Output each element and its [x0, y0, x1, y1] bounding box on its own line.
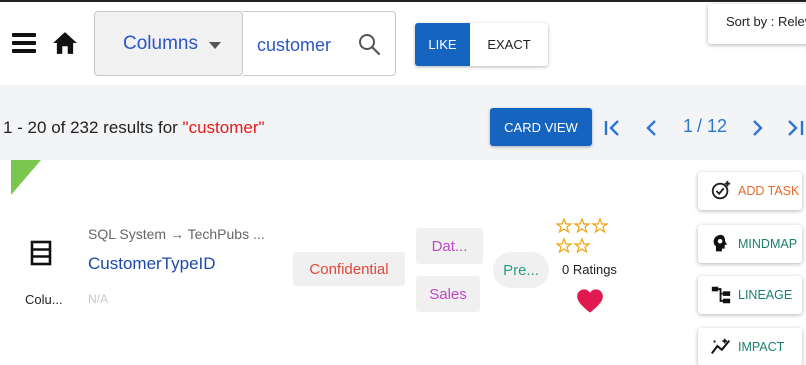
star-icon	[573, 237, 591, 254]
mindmap-label: MINDMAP	[738, 237, 798, 251]
search-column-select[interactable]: Columns	[94, 11, 243, 76]
home-icon[interactable]	[52, 30, 78, 56]
chevron-down-icon	[209, 42, 221, 49]
menu-icon[interactable]	[12, 33, 36, 53]
impact-button[interactable]: IMPACT	[698, 328, 802, 365]
add-task-label: ADD TASK	[738, 184, 800, 198]
star-icon	[591, 218, 609, 234]
source-path: SQL System → TechPubs ...	[88, 226, 265, 242]
classification-tag[interactable]: Confidential	[293, 252, 405, 286]
certified-corner-tag	[11, 160, 41, 195]
sort-dropdown[interactable]: Sort by : Relev	[708, 4, 806, 44]
add-task-icon	[711, 180, 731, 200]
impact-label: IMPACT	[738, 340, 785, 354]
pager-total-pages: 12	[707, 116, 728, 136]
asset-name-link[interactable]: CustomerTypeID	[88, 254, 216, 274]
match-mode-toggle: LIKE EXACT	[415, 23, 548, 66]
mindmap-button[interactable]: MINDMAP	[698, 225, 802, 263]
search-column-value: Columns	[123, 32, 198, 54]
asset-type-label: Colu...	[25, 292, 63, 307]
mindmap-icon	[713, 234, 727, 252]
column-type-icon	[30, 240, 52, 266]
pager-current-page: 1	[683, 116, 694, 136]
star-icon	[556, 218, 573, 234]
results-count: 1 - 20 of 232 results for	[3, 118, 183, 137]
results-summary: 1 - 20 of 232 results for "customer"	[3, 118, 265, 138]
star-rating[interactable]	[556, 218, 616, 258]
search-icon[interactable]	[357, 32, 381, 56]
card-view-button[interactable]: CARD VIEW	[490, 108, 592, 146]
impact-icon	[711, 338, 731, 355]
results-query: "customer"	[182, 118, 265, 137]
add-task-button[interactable]: ADD TASK	[698, 172, 802, 210]
last-page-icon[interactable]	[785, 116, 806, 140]
first-page-icon[interactable]	[603, 116, 623, 140]
window-top-edge	[0, 0, 806, 4]
sales-tag[interactable]: Sales	[416, 276, 480, 312]
lineage-label: LINEAGE	[738, 288, 793, 302]
status-tag[interactable]: Pre...	[493, 252, 549, 288]
asset-description: N/A	[88, 292, 109, 306]
lineage-button[interactable]: LINEAGE	[698, 276, 802, 314]
lineage-icon	[711, 286, 731, 304]
chevron-right-icon[interactable]	[750, 116, 766, 140]
match-like-button[interactable]: LIKE	[415, 23, 470, 66]
pager-separator: /	[697, 116, 703, 136]
heart-icon[interactable]	[576, 287, 604, 315]
match-exact-button[interactable]: EXACT	[470, 23, 548, 66]
search-field[interactable]	[243, 11, 396, 76]
domain-tag[interactable]: Dat...	[416, 228, 483, 264]
star-icon	[556, 237, 573, 254]
chevron-left-icon[interactable]	[643, 116, 659, 140]
search-input[interactable]	[257, 32, 357, 58]
rating-count: 0 Ratings	[562, 262, 617, 277]
star-icon	[573, 218, 591, 234]
